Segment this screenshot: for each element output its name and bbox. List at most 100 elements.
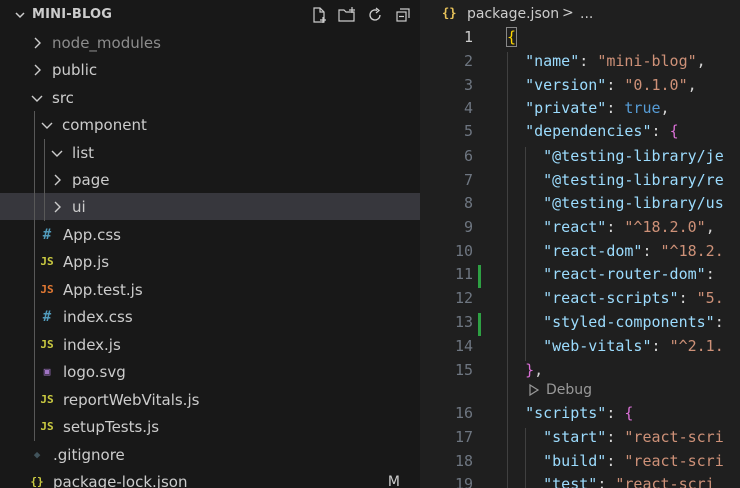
svg-file-icon: ▣: [43, 365, 51, 378]
chevron-right-icon[interactable]: [30, 63, 44, 77]
modified-line-marker: [478, 313, 481, 336]
tree-row-content: list: [50, 144, 94, 162]
explorer-header[interactable]: MINI-BLOG: [0, 0, 420, 30]
code-line[interactable]: "styled-components":: [507, 313, 724, 331]
tree-folder-src[interactable]: src: [0, 84, 420, 111]
code-token: "build": [543, 452, 607, 470]
chevron-right-icon[interactable]: [50, 173, 64, 187]
indent-guide: [525, 428, 526, 488]
css-file-icon: #: [42, 226, 52, 243]
explorer-actions: [308, 4, 414, 26]
chevron-down-icon[interactable]: [50, 146, 64, 160]
tree-item-label: logo.svg: [63, 362, 126, 381]
line-number: 8: [463, 194, 473, 212]
code-line[interactable]: "@testing-library/re: [507, 171, 724, 189]
tree-file-app-js[interactable]: JS App.js: [0, 248, 420, 275]
tree-item-label: index.css: [63, 307, 133, 326]
code-line[interactable]: "react-scripts": "5.: [507, 289, 724, 307]
code-line[interactable]: "name": "mini-blog",: [507, 52, 706, 70]
tree-item-label: .gitignore: [53, 445, 125, 464]
code-token: "scripts": [525, 404, 607, 422]
code-token: :: [642, 242, 661, 260]
tree-folder-ui[interactable]: ui: [0, 193, 420, 220]
chevron-right-icon[interactable]: [50, 200, 64, 214]
tree-file-app-css[interactable]: # App.css: [0, 221, 420, 248]
code-token: "react-scri: [624, 428, 724, 446]
code-token: "private": [525, 99, 607, 117]
breadcrumb-more[interactable]: ...: [580, 6, 593, 22]
tree-file-package-lock-json[interactable]: {} package-lock.json M: [0, 468, 420, 488]
code-token: "react-router-dom": [543, 265, 706, 283]
chevron-down-icon[interactable]: [40, 118, 54, 132]
code-line[interactable]: "start": "react-scri: [507, 428, 724, 446]
line-number: 19: [454, 475, 473, 488]
tree-item-label: list: [72, 143, 95, 162]
line-number: 13: [454, 313, 473, 331]
code-token: {: [624, 404, 634, 422]
tree-folder-public[interactable]: public: [0, 56, 420, 83]
debug-codelens[interactable]: Debug: [527, 382, 592, 398]
css-file-icon: #: [42, 308, 52, 325]
code-token: "version": [525, 76, 607, 94]
editor-pane[interactable]: {} package.json > ... 1 {2 "name": "mini-…: [420, 0, 740, 488]
line-number: 11: [454, 265, 473, 283]
collapse-all-icon[interactable]: [392, 4, 414, 26]
code-line[interactable]: "web-vitals": "^2.1.: [507, 337, 724, 355]
code-token: "@testing-library/re: [543, 171, 724, 189]
tree-folder-node-modules[interactable]: node_modules: [0, 29, 420, 56]
new-file-icon[interactable]: [308, 4, 330, 26]
tree-folder-component[interactable]: component: [0, 111, 420, 138]
tree-row-content: JS App.test.js: [40, 281, 142, 299]
tree-row-content: JS index.js: [40, 336, 120, 354]
tree-item-label: reportWebVitals.js: [63, 390, 200, 409]
tree-row-content: JS App.js: [40, 253, 109, 271]
chevron-right-icon: >: [562, 5, 574, 21]
code-line[interactable]: "test": "react-scri: [507, 475, 715, 488]
tree-file-index-js[interactable]: JS index.js: [0, 331, 420, 358]
tree-file-logo-svg[interactable]: ▣ logo.svg: [0, 358, 420, 385]
tree-file-setuptests-js[interactable]: JS setupTests.js: [0, 413, 420, 440]
tree-row-content: {} package-lock.json: [30, 473, 187, 488]
chevron-down-icon[interactable]: [30, 91, 44, 105]
js-file-icon: JS: [40, 338, 54, 351]
chevron-right-icon[interactable]: [30, 36, 44, 50]
tree-file-app-test-js[interactable]: JS App.test.js: [0, 276, 420, 303]
tree-folder-page[interactable]: page: [0, 166, 420, 193]
line-number: 10: [454, 242, 473, 260]
tree-folder-list[interactable]: list: [0, 139, 420, 166]
code-token: :: [606, 76, 625, 94]
code-line[interactable]: "dependencies": {: [507, 122, 679, 140]
tree-file--gitignore[interactable]: ◆ .gitignore: [0, 441, 420, 468]
tree-file-index-css[interactable]: # index.css: [0, 303, 420, 330]
chevron-down-icon[interactable]: [14, 9, 26, 21]
code-line[interactable]: },: [507, 361, 543, 379]
line-number: 4: [463, 99, 473, 117]
line-number: 16: [454, 404, 473, 422]
code-line[interactable]: "version": "0.1.0",: [507, 76, 697, 94]
code-line[interactable]: "private": true,: [507, 99, 670, 117]
code-line[interactable]: "react-dom": "^18.2.: [507, 242, 724, 260]
code-token: "test": [543, 475, 598, 488]
tree-file-reportwebvitals-js[interactable]: JS reportWebVitals.js: [0, 386, 420, 413]
code-line[interactable]: "scripts": {: [507, 404, 633, 422]
breadcrumb-file[interactable]: package.json: [467, 6, 559, 22]
code-token: }: [525, 361, 535, 379]
indent-guide: [44, 139, 45, 221]
js-file-icon: JS: [40, 420, 54, 433]
code-token: "start": [543, 428, 607, 446]
refresh-icon[interactable]: [364, 4, 386, 26]
code-token: :: [651, 122, 670, 140]
tree-row-content: page: [50, 171, 109, 189]
code-line[interactable]: "react": "^18.2.0",: [507, 218, 715, 236]
json-file-icon: {}: [30, 475, 44, 488]
line-number: 7: [463, 171, 473, 189]
code-line[interactable]: "@testing-library/je: [507, 147, 724, 165]
code-line[interactable]: "@testing-library/us: [507, 194, 724, 212]
modified-line-marker: [478, 265, 481, 288]
code-line[interactable]: "react-router-dom":: [507, 265, 715, 283]
new-folder-icon[interactable]: [336, 4, 358, 26]
code-line[interactable]: {: [505, 27, 518, 47]
code-line[interactable]: "build": "react-scri: [507, 452, 724, 470]
